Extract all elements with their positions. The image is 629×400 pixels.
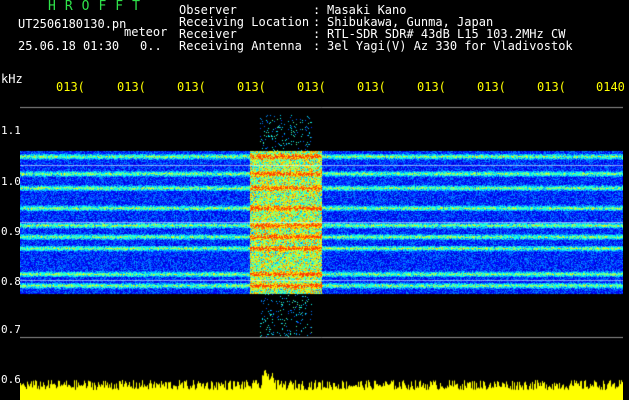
timestamp: 25.06.18 01:30	[18, 39, 120, 53]
time-tick: 013(	[537, 80, 566, 94]
time-tick: 0140	[596, 80, 625, 94]
time-tick: 013(	[477, 80, 506, 94]
meta-antenna-label: Receiving Antenna	[179, 39, 302, 53]
time-tick: 013(	[177, 80, 206, 94]
spectrogram-plot	[20, 96, 623, 400]
time-tick: 013(	[56, 80, 85, 94]
time-tick: 013(	[357, 80, 386, 94]
event-count: 0..	[140, 39, 162, 53]
freq-tick: 1.0	[1, 175, 21, 188]
meta-colon: :	[313, 39, 321, 53]
detect-label: meteor	[124, 25, 168, 39]
meta-antenna-value: 3el Yagi(V) Az 330 for Vladivostok	[327, 39, 573, 53]
freq-tick: 1.1	[1, 124, 21, 137]
file-name: UT2506180130.pn	[18, 17, 127, 31]
time-tick: 013(	[417, 80, 446, 94]
app-title: HROFFT	[48, 0, 149, 14]
time-tick: 013(	[117, 80, 146, 94]
time-tick: 013(	[297, 80, 326, 94]
time-tick: 013(	[237, 80, 266, 94]
freq-tick: 0.6	[1, 373, 21, 386]
freq-tick: 0.8	[1, 275, 21, 288]
freq-unit-label: kHz	[1, 72, 23, 86]
freq-tick: 0.7	[1, 323, 21, 336]
freq-tick: 0.9	[1, 225, 21, 238]
